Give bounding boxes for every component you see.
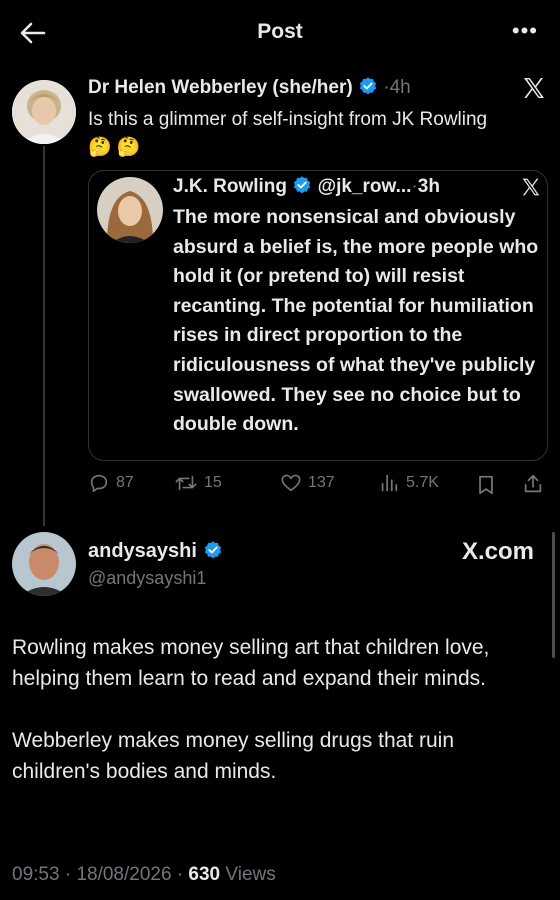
avatar xyxy=(97,177,163,243)
thread-connector xyxy=(43,146,45,526)
views-icon xyxy=(381,474,398,492)
tweet-meta: 09:53 · 18/08/2026 · 630 Views xyxy=(12,864,276,886)
like-icon xyxy=(281,474,301,492)
avatar[interactable] xyxy=(12,80,76,144)
quote-author-name: J.K. Rowling xyxy=(173,176,287,197)
reply-button[interactable]: 87 xyxy=(88,472,134,494)
views-count: 5.7K xyxy=(406,474,439,491)
repost-icon xyxy=(175,475,197,491)
verified-icon xyxy=(359,77,377,95)
author-name[interactable]: andysayshi xyxy=(88,540,197,562)
verified-icon xyxy=(204,541,221,559)
quote-handle: @jk_row... xyxy=(317,176,412,197)
quote-tweet-card[interactable]: J.K. Rowling @jk_row...·3h The more nons… xyxy=(88,170,548,461)
action-bar: 87 15 137 5.7K xyxy=(88,472,548,500)
views-button[interactable]: 5.7K xyxy=(378,472,439,494)
separator: · xyxy=(64,864,72,885)
tweet-paragraph: Rowling makes money selling art that chi… xyxy=(12,636,490,690)
like-button[interactable]: 137 xyxy=(280,472,335,494)
author-name[interactable]: Dr Helen Webberley (she/her) xyxy=(88,77,353,98)
reply-icon xyxy=(90,474,108,493)
tweet-header: andysayshi xyxy=(88,540,223,563)
author-handle[interactable]: @andysayshi1 xyxy=(88,568,206,589)
page-title: Post xyxy=(257,20,303,43)
bookmark-icon[interactable] xyxy=(476,474,496,496)
tweet-paragraph: Webberley makes money selling drugs that… xyxy=(12,729,454,783)
repost-count: 15 xyxy=(204,474,222,491)
more-icon[interactable]: ••• xyxy=(512,20,538,42)
repost-button[interactable]: 15 xyxy=(174,472,222,494)
tweet-date[interactable]: 18/08/2026 xyxy=(76,864,171,885)
tweet-time[interactable]: 09:53 xyxy=(12,864,60,885)
tweet-text-content: Is this a glimmer of self-insight from J… xyxy=(88,109,488,130)
quote-time: 3h xyxy=(417,176,440,197)
x-logo-icon xyxy=(522,178,540,196)
tweet-header: Dr Helen Webberley (she/her) ·4h xyxy=(88,76,411,99)
separator: · xyxy=(176,864,184,885)
tweet-text: Rowling makes money selling art that chi… xyxy=(12,632,547,818)
source-label: X.com xyxy=(461,538,534,565)
top-bar: Post ••• xyxy=(0,0,560,64)
like-count: 137 xyxy=(308,474,335,491)
share-icon[interactable] xyxy=(522,473,544,495)
x-logo-icon xyxy=(524,78,544,98)
views-count: 630 xyxy=(188,864,221,885)
reply-count: 87 xyxy=(116,474,134,491)
quote-header: J.K. Rowling @jk_row...·3h xyxy=(173,175,440,198)
avatar[interactable] xyxy=(12,532,76,596)
quote-text: The more nonsensical and obviously absur… xyxy=(173,206,539,436)
emoji-thinking: 🤔 🤔 xyxy=(88,137,141,158)
tweet-text: Is this a glimmer of self-insight from J… xyxy=(88,106,548,162)
tweet-time[interactable]: 4h xyxy=(390,77,411,98)
verified-icon xyxy=(294,176,311,194)
scrollbar[interactable] xyxy=(552,532,555,658)
views-label: Views xyxy=(225,864,276,885)
